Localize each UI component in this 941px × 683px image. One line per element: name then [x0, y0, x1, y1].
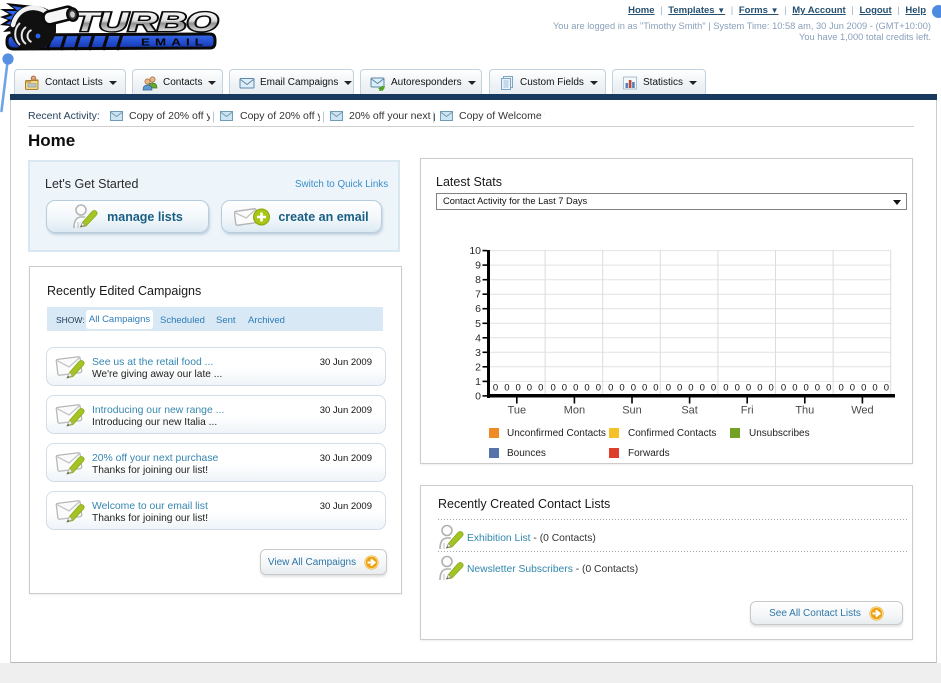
svg-text:0 0 0 0 0: 0 0 0 0 0 [839, 383, 891, 394]
svg-text:8: 8 [475, 274, 481, 286]
svg-text:9: 9 [475, 260, 481, 272]
svg-text:4: 4 [475, 332, 481, 344]
svg-text:10: 10 [469, 245, 481, 257]
svg-text:Sat: Sat [681, 405, 698, 417]
svg-text:2: 2 [475, 361, 481, 373]
svg-text:TURBO: TURBO [74, 7, 218, 37]
svg-text:6: 6 [475, 303, 481, 315]
svg-text:EMAIL: EMAIL [141, 37, 208, 49]
svg-text:Sun: Sun [622, 405, 642, 417]
svg-text:0 0 0 0 0: 0 0 0 0 0 [551, 383, 603, 394]
svg-text:Fri: Fri [741, 405, 754, 417]
svg-text:0 0 0 0 0: 0 0 0 0 0 [666, 383, 718, 394]
svg-text:0: 0 [475, 390, 481, 402]
svg-text:5: 5 [475, 318, 481, 330]
svg-text:3: 3 [475, 347, 481, 359]
svg-text:0 0 0 0 0: 0 0 0 0 0 [608, 383, 660, 394]
svg-text:7: 7 [475, 289, 481, 301]
svg-text:Tue: Tue [508, 405, 527, 417]
svg-text:Thu: Thu [795, 405, 814, 417]
svg-text:Mon: Mon [564, 405, 585, 417]
svg-text:0 0 0 0 0: 0 0 0 0 0 [723, 383, 775, 394]
svg-text:Wed: Wed [851, 405, 873, 417]
svg-text:0 0 0 0 0: 0 0 0 0 0 [781, 383, 833, 394]
svg-text:1: 1 [475, 376, 481, 388]
svg-text:0 0 0 0 0: 0 0 0 0 0 [493, 383, 545, 394]
